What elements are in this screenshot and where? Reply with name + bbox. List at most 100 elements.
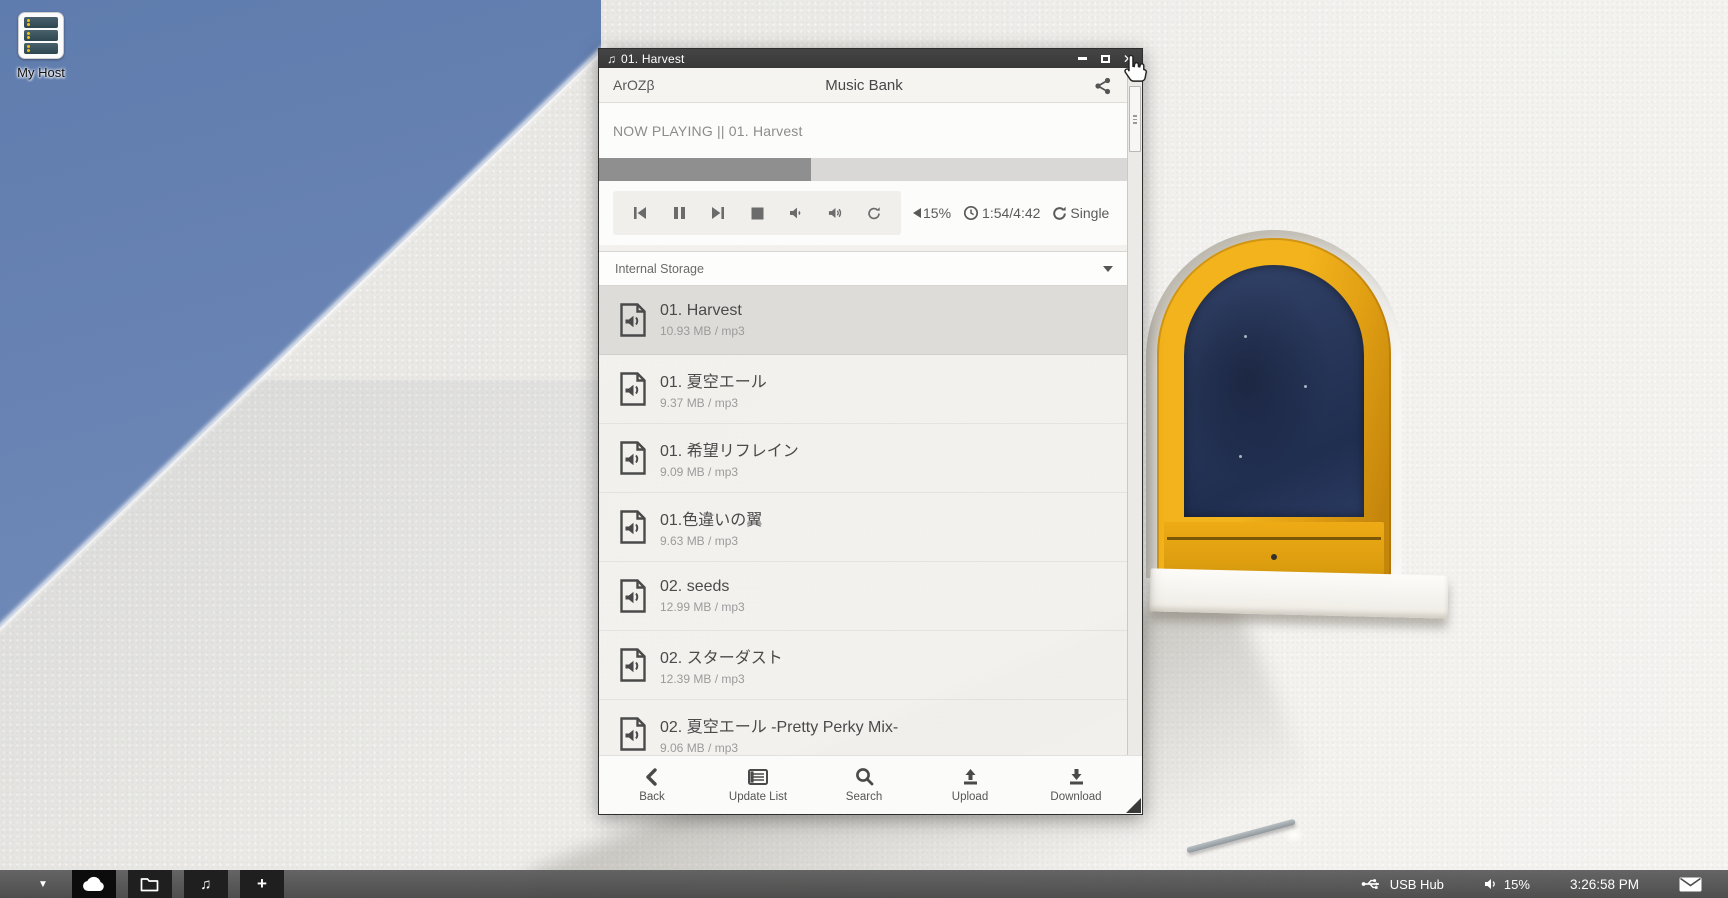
volume-high-icon xyxy=(828,206,842,220)
track-meta: 12.39 MB / mp3 xyxy=(660,672,783,686)
track-text: 02. seeds 12.99 MB / mp3 xyxy=(660,578,745,614)
scrollbar-thumb[interactable] xyxy=(1129,86,1141,152)
storage-dropdown[interactable]: Internal Storage xyxy=(599,251,1129,286)
taskbar-menu-caret[interactable]: ▼ xyxy=(38,879,48,890)
chevron-left-icon xyxy=(643,768,661,786)
next-track-button[interactable] xyxy=(711,206,725,220)
stop-button[interactable] xyxy=(750,206,764,220)
audio-file-icon xyxy=(619,717,647,751)
update-list-button[interactable]: Update List xyxy=(705,756,811,814)
track-row[interactable]: 01. 希望リフレイン 9.09 MB / mp3 xyxy=(599,424,1129,493)
track-text: 02. 夏空エール -Pretty Perky Mix- 9.06 MB / m… xyxy=(660,713,898,755)
audio-file-icon xyxy=(619,372,647,406)
track-title: 02. seeds xyxy=(660,578,745,596)
seek-bar[interactable] xyxy=(599,158,1129,181)
cloud-icon xyxy=(82,876,106,892)
scrollbar-grip-icon xyxy=(1133,115,1137,126)
mail-icon xyxy=(1679,877,1702,892)
play-mode[interactable]: Single xyxy=(1052,205,1109,221)
taskbar: ▼ ♫ + USB Hub 15% 3:26:58 PM xyxy=(0,870,1728,898)
stop-icon xyxy=(751,207,764,220)
track-row[interactable]: 01. Harvest 10.93 MB / mp3 xyxy=(599,286,1129,355)
volume-down-button[interactable] xyxy=(789,206,803,220)
track-row[interactable]: 01. 夏空エール 9.37 MB / mp3 xyxy=(599,355,1129,424)
usb-hub-label: USB Hub xyxy=(1390,877,1444,892)
volume-percent: 15% xyxy=(923,205,951,221)
track-title: 01. Harvest xyxy=(660,302,745,320)
arch-glass xyxy=(1184,265,1364,517)
track-title: 01.色違いの翼 xyxy=(660,506,762,530)
folder-icon xyxy=(140,877,159,892)
volume-indicator: 15% xyxy=(913,205,951,221)
taskbar-status-area: USB Hub 15% 3:26:58 PM xyxy=(1361,870,1702,898)
window-scrollbar[interactable] xyxy=(1127,68,1142,755)
search-label: Search xyxy=(846,791,882,803)
close-button[interactable]: ✕ xyxy=(1120,51,1136,66)
transport-button-group xyxy=(613,191,901,235)
track-title: 02. スターダスト xyxy=(660,644,783,668)
update-list-label: Update List xyxy=(729,791,787,803)
track-row[interactable]: 01.色違いの翼 9.63 MB / mp3 xyxy=(599,493,1129,562)
window-titlebar[interactable]: ♫ 01. Harvest ✕ xyxy=(599,49,1142,68)
skip-next-icon xyxy=(711,206,725,220)
track-list: 01. Harvest 10.93 MB / mp3 01. 夏空エール 9.3… xyxy=(599,286,1129,769)
back-button[interactable]: Back xyxy=(599,756,705,814)
window-sill xyxy=(1150,568,1449,618)
pause-icon xyxy=(673,206,686,220)
upload-icon xyxy=(961,768,980,786)
pause-button[interactable] xyxy=(672,206,686,220)
messages-button[interactable] xyxy=(1679,877,1702,892)
repeat-icon xyxy=(1052,206,1067,221)
usb-hub-status[interactable]: USB Hub xyxy=(1361,877,1444,892)
taskbar-tile-add[interactable]: + xyxy=(240,870,284,898)
taskbar-tile-files[interactable] xyxy=(128,870,172,898)
storage-dropdown-value: Internal Storage xyxy=(615,262,704,276)
server-bar xyxy=(24,17,58,28)
window-resize-handle[interactable] xyxy=(1126,798,1141,813)
track-row[interactable]: 02. スターダスト 12.39 MB / mp3 xyxy=(599,631,1129,700)
plus-icon: + xyxy=(257,874,267,894)
refresh-button[interactable] xyxy=(867,206,881,220)
audio-file-icon xyxy=(619,303,647,337)
track-title: 01. 夏空エール xyxy=(660,368,767,392)
usb-icon xyxy=(1361,878,1383,890)
track-row[interactable]: 02. seeds 12.99 MB / mp3 xyxy=(599,562,1129,631)
search-button[interactable]: Search xyxy=(811,756,917,814)
upload-label: Upload xyxy=(952,791,988,803)
taskbar-clock[interactable]: 3:26:58 PM xyxy=(1570,877,1639,892)
track-meta: 9.06 MB / mp3 xyxy=(660,741,898,755)
track-meta: 12.99 MB / mp3 xyxy=(660,600,745,614)
player-controls: 15% 1:54/4:42 Single xyxy=(599,181,1129,245)
window-body: ArOZβ Music Bank NOW PLAYING || 01. Harv… xyxy=(599,68,1142,814)
upload-button[interactable]: Upload xyxy=(917,756,1023,814)
desktop-icon-label: My Host xyxy=(8,65,74,80)
track-text: 01. Harvest 10.93 MB / mp3 xyxy=(660,302,745,338)
arch-frame xyxy=(1157,238,1391,578)
previous-track-button[interactable] xyxy=(633,206,647,220)
time-indicator: 1:54/4:42 xyxy=(963,205,1040,221)
download-button[interactable]: Download xyxy=(1023,756,1129,814)
back-label: Back xyxy=(639,791,665,803)
volume-status[interactable]: 15% xyxy=(1484,877,1530,892)
taskbar-tile-music[interactable]: ♫ xyxy=(184,870,228,898)
share-button[interactable] xyxy=(1093,76,1113,96)
minimize-icon xyxy=(1078,57,1087,60)
time-label: 1:54/4:42 xyxy=(982,205,1040,221)
arch-board-knob xyxy=(1271,554,1277,560)
download-icon xyxy=(1067,768,1086,786)
download-label: Download xyxy=(1050,791,1101,803)
clock-icon xyxy=(963,205,979,221)
skip-previous-icon xyxy=(633,206,647,220)
minimize-button[interactable] xyxy=(1074,51,1090,66)
arch-board-line xyxy=(1167,537,1381,540)
audio-file-icon xyxy=(619,441,647,475)
server-bar xyxy=(24,30,58,41)
now-playing-bar: NOW PLAYING || 01. Harvest xyxy=(599,103,1129,158)
list-icon xyxy=(748,768,768,786)
taskbar-tile-cloud[interactable] xyxy=(72,870,116,898)
wall-hole xyxy=(1283,826,1305,844)
maximize-button[interactable] xyxy=(1097,51,1113,66)
track-text: 01.色違いの翼 9.63 MB / mp3 xyxy=(660,506,762,548)
desktop-icon-my-host[interactable]: My Host xyxy=(8,12,74,80)
volume-up-button[interactable] xyxy=(828,206,842,220)
